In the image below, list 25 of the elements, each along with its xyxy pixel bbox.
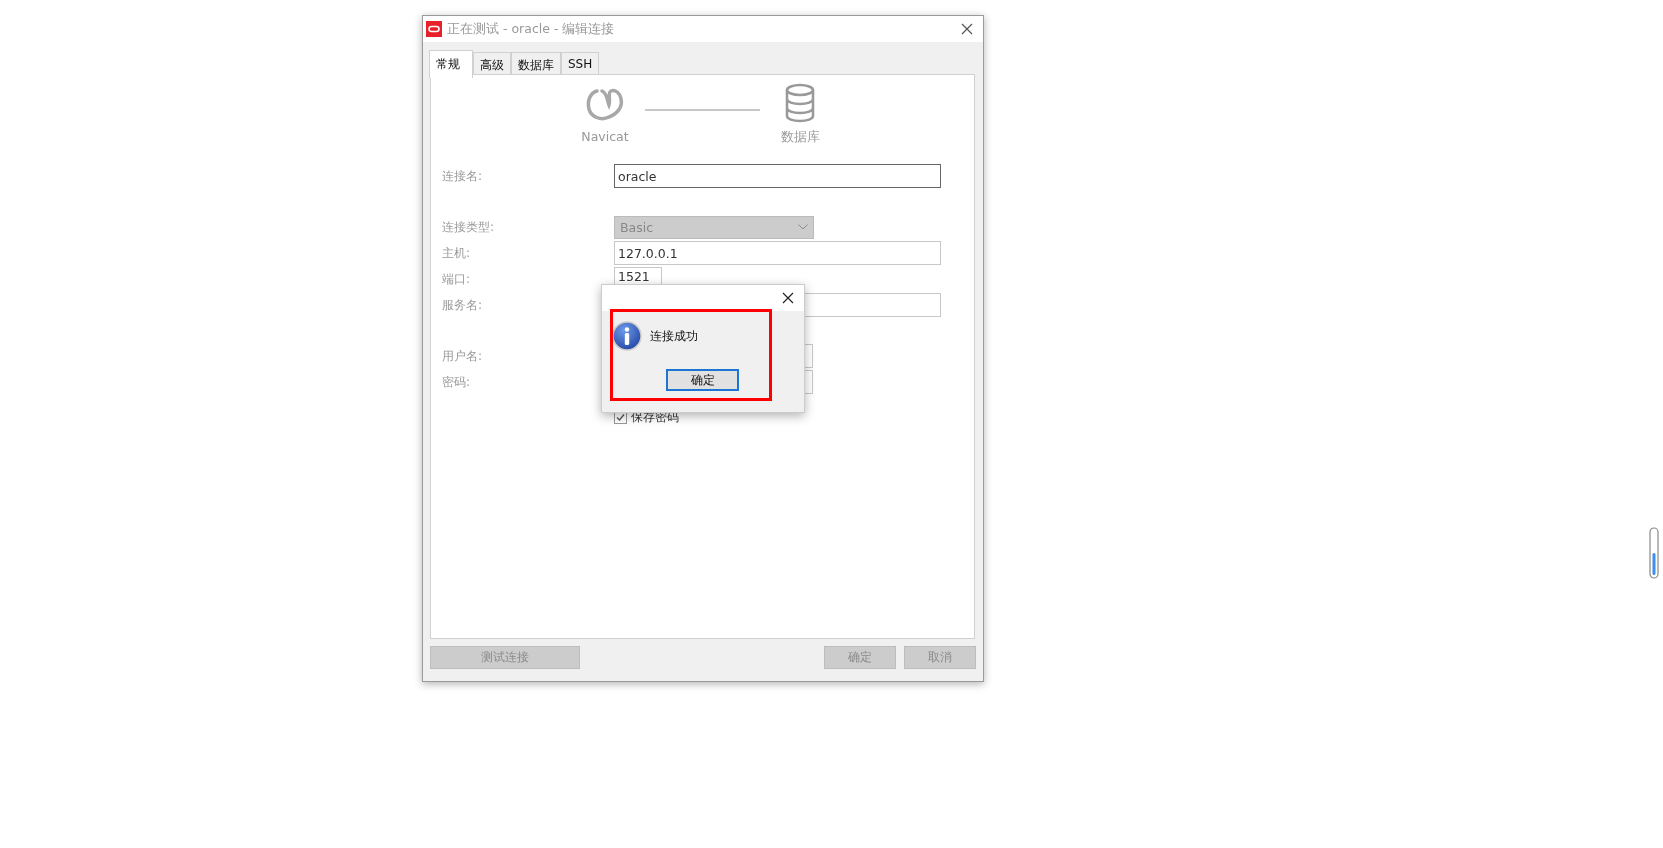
info-icon	[612, 321, 642, 351]
input-field[interactable]: 127.0.0.1	[614, 241, 941, 265]
database-icon	[784, 83, 816, 123]
tab[interactable]: SSH	[561, 52, 600, 76]
close-icon[interactable]	[961, 23, 973, 35]
scroll-indicator-icon	[1649, 527, 1659, 579]
database-label: 数据库	[780, 129, 820, 146]
input-field[interactable]: oracle	[614, 164, 941, 188]
field-label: 端口:	[442, 270, 472, 288]
field-label: 用户名:	[442, 347, 484, 365]
tab[interactable]: 数据库	[511, 52, 561, 76]
field-label: 服务名:	[442, 296, 484, 314]
close-icon[interactable]	[782, 292, 794, 304]
message-text: 连接成功	[650, 327, 698, 345]
field-label: 密码:	[442, 373, 472, 391]
window-title: 正在测试 - oracle - 编辑连接	[447, 20, 616, 38]
field-label: 主机:	[442, 244, 472, 262]
tab[interactable]: 常规	[429, 50, 473, 78]
tab[interactable]: 高级	[473, 52, 511, 76]
navicat-label: Navicat	[581, 129, 629, 144]
field-label: 连接名:	[442, 167, 484, 185]
ok-button[interactable]: 确定	[666, 369, 739, 391]
chevron-down-icon	[798, 224, 808, 230]
field-label: 连接类型:	[442, 218, 496, 236]
app-icon	[426, 21, 442, 37]
